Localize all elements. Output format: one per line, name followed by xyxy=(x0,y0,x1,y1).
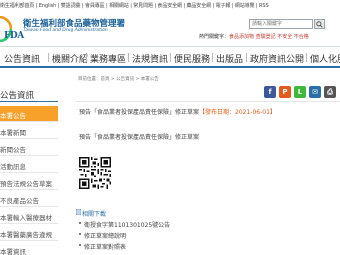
nav-item-about[interactable]: 機關介紹 xyxy=(52,52,88,65)
nav-item-open-government[interactable]: 政府資訊公開 xyxy=(250,52,304,65)
nav-item-regulations[interactable]: 法規資訊 xyxy=(132,52,168,65)
print-button[interactable]: ⎙ xyxy=(324,86,336,98)
attachments-label: 相關下載 xyxy=(82,211,107,218)
nav-item-services[interactable]: 便民服務 xyxy=(174,52,210,65)
logo-abbr[interactable]: FDA xyxy=(4,31,24,41)
nav-separator xyxy=(212,53,213,62)
post-body: 預告「食品業者投保產品責任保險」修正草案 xyxy=(79,134,200,141)
nav-item-business[interactable]: 業務專區 xyxy=(90,52,126,65)
nav-separator xyxy=(48,53,49,62)
email-icon: ✉ xyxy=(312,88,318,96)
sidebar-item-draft-regulations[interactable]: 預告法規公告草案 xyxy=(0,174,58,190)
sidebar-item-agency-news[interactable]: 本署新聞 xyxy=(0,123,58,139)
nav-separator xyxy=(128,53,129,62)
hot-keywords: 熱門關鍵字：食品添加物 查驗登記 不安全 不合格 xyxy=(199,33,309,40)
nav-item-publications[interactable]: 出版品 xyxy=(216,52,243,65)
post-title-text: 預告「食品業者投保產品責任保險」修正草案 xyxy=(79,109,200,116)
content-divider xyxy=(76,101,340,102)
main-nav: 公告資訊 機關介紹 業務專區 法規資訊 便民服務 出版品 政府資訊公開 個人化服… xyxy=(0,46,340,68)
sidebar-item-defective-products[interactable]: 不良產品公告 xyxy=(0,191,58,207)
nav-item-announcements[interactable]: 公告資訊 xyxy=(4,52,40,65)
sidebar-item-events[interactable]: 活動訊息 xyxy=(0,157,58,173)
sidebar-item-imported-devices[interactable]: 本署輸入醫療器材 xyxy=(0,208,58,224)
hot-keywords-label: 熱門關鍵字： xyxy=(199,34,230,40)
search-icon xyxy=(316,21,323,28)
nav-separator xyxy=(246,53,247,62)
post-title: 預告「食品業者投保產品責任保險」修正草案【發布日期：2021-06-01】 xyxy=(79,107,276,116)
top-links[interactable]: 衛生福利部首頁 | English | 雙語詞彙 | 會員專區 | 相關網站 |… xyxy=(0,2,269,9)
breadcrumb[interactable]: 目前位置：首頁 > 公告資訊 > 本署公告 xyxy=(78,76,159,82)
nav-separator xyxy=(306,53,307,62)
attachment-link-announcement[interactable]: 衛授食字第1101301025號公告 xyxy=(78,220,170,229)
line-share-button[interactable]: L xyxy=(294,86,306,98)
attachment-link-explanation[interactable]: 修正草案總說明 xyxy=(78,231,126,240)
sidebar-item-ad-violations[interactable]: 本署醫藥廣告違規 xyxy=(0,225,58,241)
nav-item-personal[interactable]: 個人化服務 xyxy=(310,52,340,65)
email-share-button[interactable]: ✉ xyxy=(309,86,321,98)
nav-separator xyxy=(86,53,87,62)
header: 衛生福利部首頁 | English | 雙語詞彙 | 會員專區 | 相關網站 |… xyxy=(0,0,340,46)
attachment-link-comparison[interactable]: 修正草案對照表 xyxy=(78,242,126,251)
facebook-icon: f xyxy=(268,88,272,96)
sidebar-item-agency-announcements[interactable]: 本署公告 xyxy=(0,106,58,122)
nav-separator xyxy=(170,53,171,62)
site-title-en: Taiwan Food and Drug Administration xyxy=(23,28,108,33)
sidebar-item-agency-info[interactable]: 本署資訊 xyxy=(0,242,58,255)
print-icon: ⎙ xyxy=(327,88,333,96)
search-button[interactable] xyxy=(314,19,325,29)
sidebar-title: 公告資訊 xyxy=(0,91,35,101)
plurk-icon: P xyxy=(282,88,288,96)
qr-code-icon xyxy=(79,157,111,189)
search-input[interactable] xyxy=(249,19,313,29)
post-date: 【發布日期：2021-06-01】 xyxy=(199,109,276,116)
line-icon: L xyxy=(297,88,303,96)
download-icon xyxy=(76,209,81,215)
plurk-share-button[interactable]: P xyxy=(279,86,291,98)
hot-keywords-list[interactable]: 食品添加物 查驗登記 不安全 不合格 xyxy=(229,34,309,40)
sidebar-item-news-announcements[interactable]: 新聞公告 xyxy=(0,140,58,156)
facebook-share-button[interactable]: f xyxy=(264,86,276,98)
sidebar-title-underline xyxy=(0,101,58,102)
